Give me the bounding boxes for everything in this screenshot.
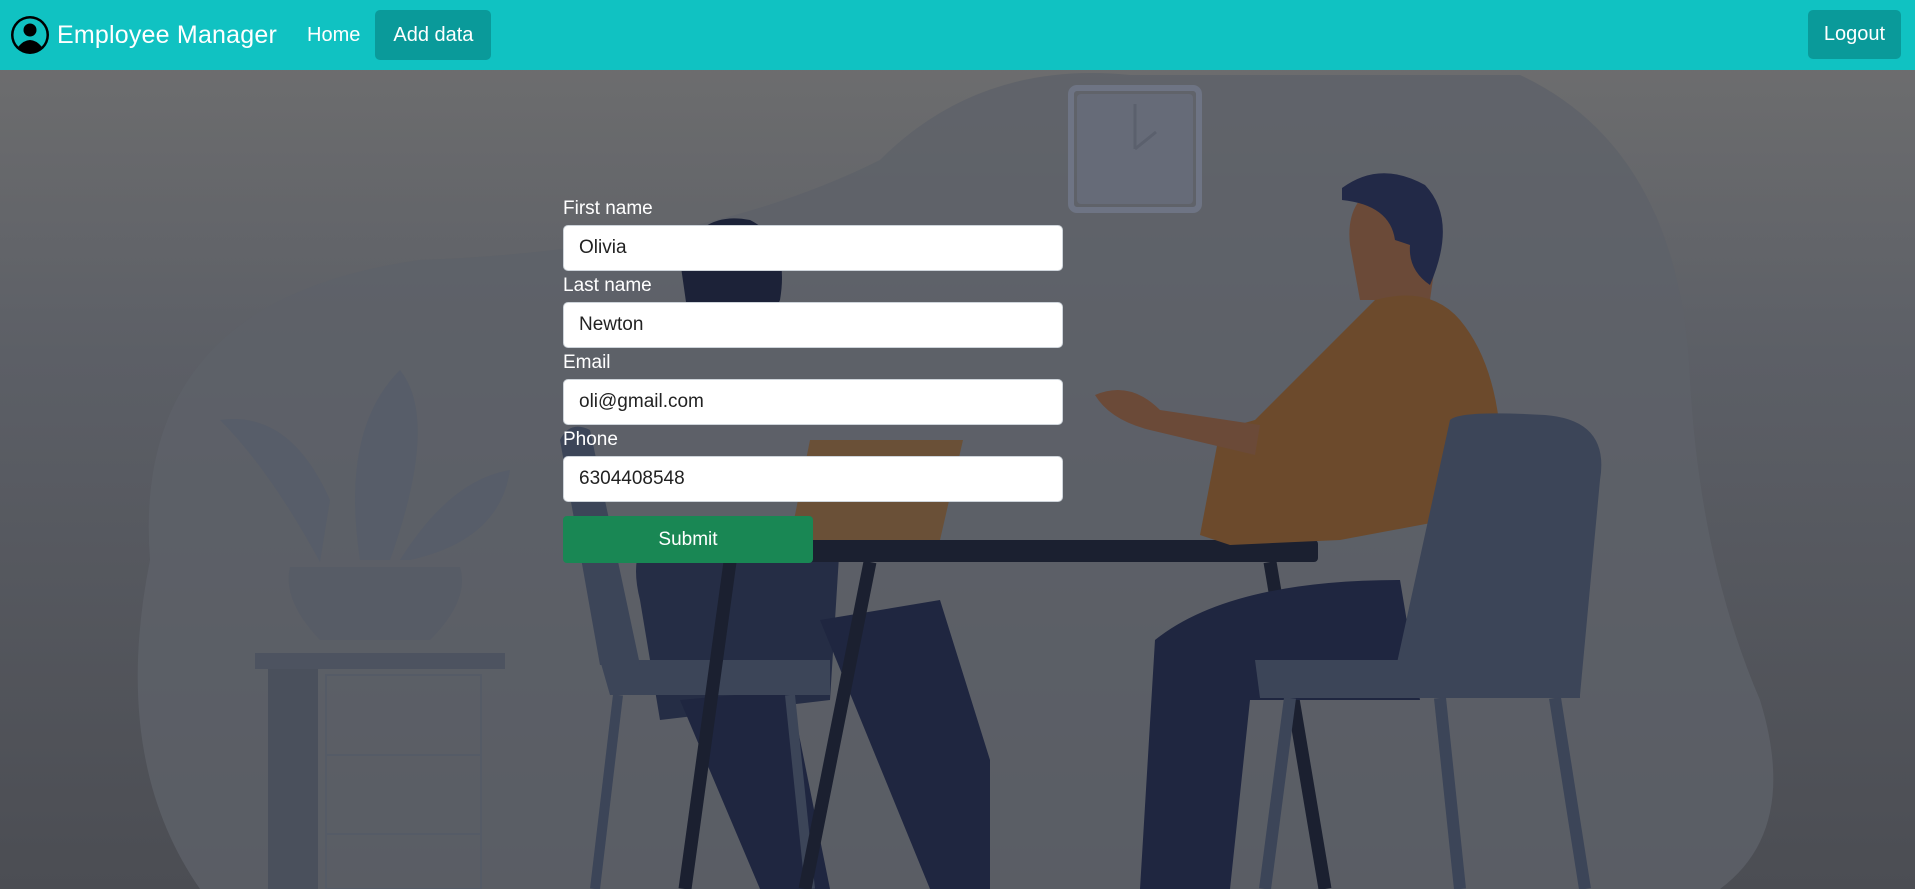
brand[interactable]: Employee Manager <box>10 15 277 55</box>
phone-input[interactable]: 6304408548 <box>563 456 1063 502</box>
nav-home-link[interactable]: Home <box>307 24 360 47</box>
user-circle-icon <box>11 16 49 54</box>
first-name-label: First name <box>563 198 653 219</box>
brand-title: Employee Manager <box>57 20 277 49</box>
email-input[interactable]: oli@gmail.com <box>563 379 1063 425</box>
submit-button[interactable]: Submit <box>563 516 813 563</box>
last-name-input[interactable]: Newton <box>563 302 1063 348</box>
phone-label: Phone <box>563 429 618 450</box>
wall-clock-icon <box>1068 85 1202 213</box>
email-label: Email <box>563 352 611 373</box>
nav-add-data-button[interactable]: Add data <box>375 10 492 60</box>
last-name-label: Last name <box>563 275 652 296</box>
logout-button[interactable]: Logout <box>1807 10 1901 59</box>
first-name-input[interactable]: Olivia <box>563 225 1063 271</box>
navbar: Employee Manager Home Add data Logout <box>0 0 1915 70</box>
